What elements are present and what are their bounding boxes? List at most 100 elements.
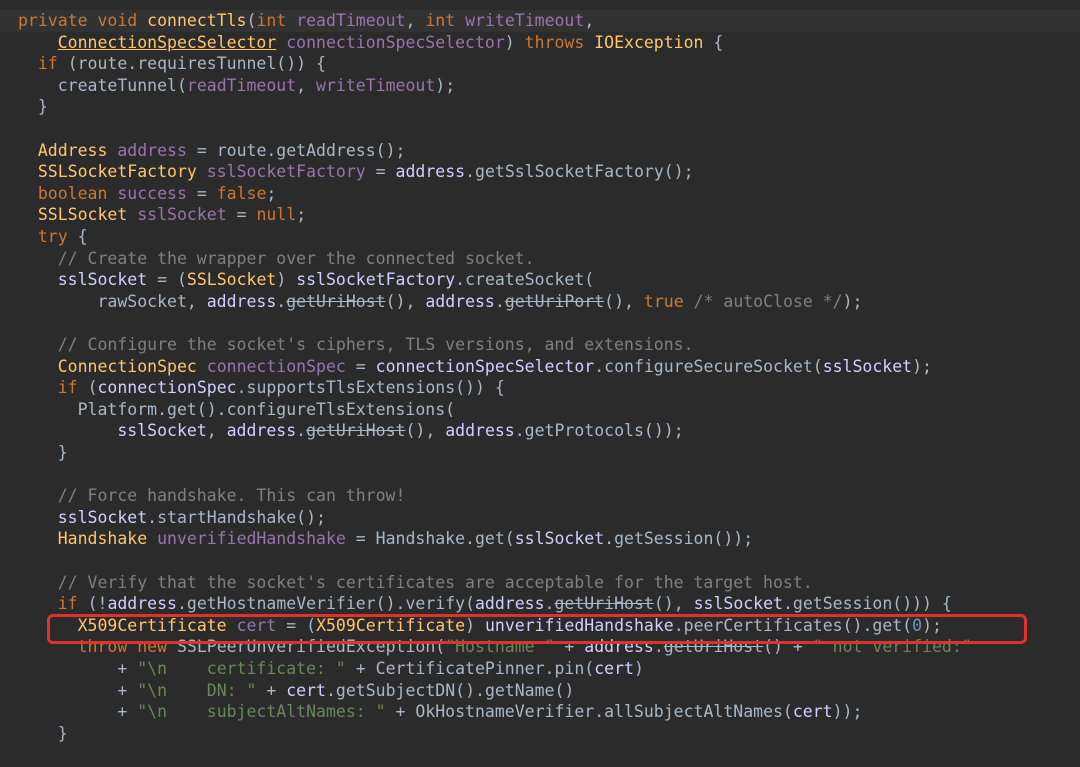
code-token: try bbox=[37, 227, 78, 246]
code-token: = Handshake.get( bbox=[345, 529, 515, 549]
code-token: 0 bbox=[912, 615, 923, 635]
code-line: // Force handshake. This can throw! bbox=[0, 485, 1080, 507]
code-token: connectTls bbox=[147, 11, 247, 30]
code-token: + bbox=[18, 659, 138, 678]
code-token: + bbox=[256, 680, 287, 700]
code-token: getUriPort bbox=[504, 291, 605, 311]
code-token: false bbox=[216, 183, 267, 203]
code-token: .configureSecureSocket( bbox=[594, 356, 823, 376]
code-token: // Configure the socket's ciphers, TLS v… bbox=[18, 335, 694, 354]
code-token: connectionSpec bbox=[97, 378, 237, 398]
code-token: new bbox=[137, 637, 177, 657]
code-token: "\n certificate: " bbox=[137, 659, 346, 678]
code-token: = ( bbox=[276, 615, 317, 635]
code-token: getUriHost bbox=[554, 594, 654, 614]
code-token: connectionSpecSelector bbox=[375, 356, 595, 376]
code-token: unverifiedHandshake bbox=[157, 529, 346, 549]
code-token: address bbox=[584, 637, 654, 657]
code-token: address bbox=[475, 594, 545, 614]
code-token: Handshake bbox=[57, 529, 148, 549]
code-token: , bbox=[296, 75, 317, 95]
code-token: X509Certificate bbox=[77, 615, 227, 635]
code-token: ) bbox=[465, 615, 485, 635]
code-line: if (!address.getHostnameVerifier().verif… bbox=[0, 593, 1080, 615]
code-editor[interactable]: private void connectTls(int readTimeout,… bbox=[0, 0, 1080, 767]
code-line: ConnectionSpecSelector connectionSpecSel… bbox=[0, 32, 1080, 54]
code-line: Address address = route.getAddress(); bbox=[0, 140, 1080, 162]
code-line: createTunnel(readTimeout, writeTimeout); bbox=[0, 75, 1080, 97]
code-token: null bbox=[256, 205, 297, 225]
code-token: = ( bbox=[147, 270, 187, 290]
code-token: getUriHost bbox=[306, 421, 406, 441]
code-line: SSLSocket sslSocket = null; bbox=[0, 204, 1080, 226]
code-token: void bbox=[97, 11, 148, 30]
code-line: + "\n subjectAltNames: " + OkHostnameVer… bbox=[0, 701, 1080, 723]
code-token: writeTimeout bbox=[465, 11, 585, 30]
code-token: } bbox=[18, 723, 68, 743]
code-token: .getSslSocketFactory(); bbox=[465, 162, 694, 182]
code-token: (), bbox=[405, 421, 446, 441]
code-token: address bbox=[425, 291, 495, 311]
code-line: try { bbox=[0, 226, 1080, 248]
code-line: rawSocket, address.getUriHost(), address… bbox=[0, 291, 1080, 313]
code-token: = route.getAddress(); bbox=[186, 140, 406, 160]
code-token: (! bbox=[87, 594, 108, 614]
code-token: cert bbox=[594, 659, 634, 678]
code-token: sslSocket bbox=[137, 205, 227, 225]
code-token: throws bbox=[524, 32, 595, 52]
code-line: private void connectTls(int readTimeout,… bbox=[0, 10, 1080, 32]
code-token: = bbox=[226, 205, 257, 225]
code-token: true bbox=[643, 291, 694, 311]
code-token: sslSocket bbox=[693, 594, 783, 614]
code-token: ) bbox=[504, 32, 525, 52]
code-token: . bbox=[653, 637, 664, 657]
code-token: cert bbox=[286, 680, 326, 700]
code-token: getUriHost bbox=[286, 291, 386, 311]
code-line: SSLSocketFactory sslSocketFactory = addr… bbox=[0, 161, 1080, 183]
code-token: = bbox=[365, 162, 396, 182]
code-token: () + bbox=[763, 637, 813, 657]
code-token: , bbox=[206, 421, 227, 441]
code-token: { bbox=[703, 32, 724, 52]
code-token: sslSocket bbox=[117, 421, 207, 441]
code-token: IOException bbox=[594, 32, 704, 52]
code-token: ); bbox=[842, 291, 863, 311]
code-token: + CertificatePinner.pin( bbox=[345, 659, 595, 678]
code-token: address bbox=[445, 421, 515, 441]
code-token: ConnectionSpec bbox=[57, 356, 197, 376]
code-token: address bbox=[107, 594, 177, 614]
code-token: address bbox=[226, 421, 297, 441]
code-token: "Hostname " bbox=[445, 637, 555, 657]
code-token: cert bbox=[792, 702, 833, 722]
code-token: int bbox=[425, 11, 466, 30]
code-token: unverifiedHandshake bbox=[484, 615, 674, 635]
code-line: boolean success = false; bbox=[0, 183, 1080, 205]
code-token: .createSocket( bbox=[455, 270, 595, 290]
code-token: + bbox=[18, 702, 138, 722]
code-token: ); bbox=[435, 75, 456, 95]
code-token: (route.requiresTunnel()) { bbox=[67, 54, 326, 74]
code-token: + bbox=[18, 680, 138, 700]
code-token: ) bbox=[276, 270, 297, 290]
code-token: + OkHostnameVerifier.allSubjectAltNames( bbox=[385, 702, 793, 722]
code-token: } bbox=[18, 443, 68, 462]
code-token: } bbox=[18, 97, 48, 117]
code-token: getUriHost bbox=[663, 637, 764, 657]
code-token: /* autoClose */ bbox=[693, 291, 843, 311]
